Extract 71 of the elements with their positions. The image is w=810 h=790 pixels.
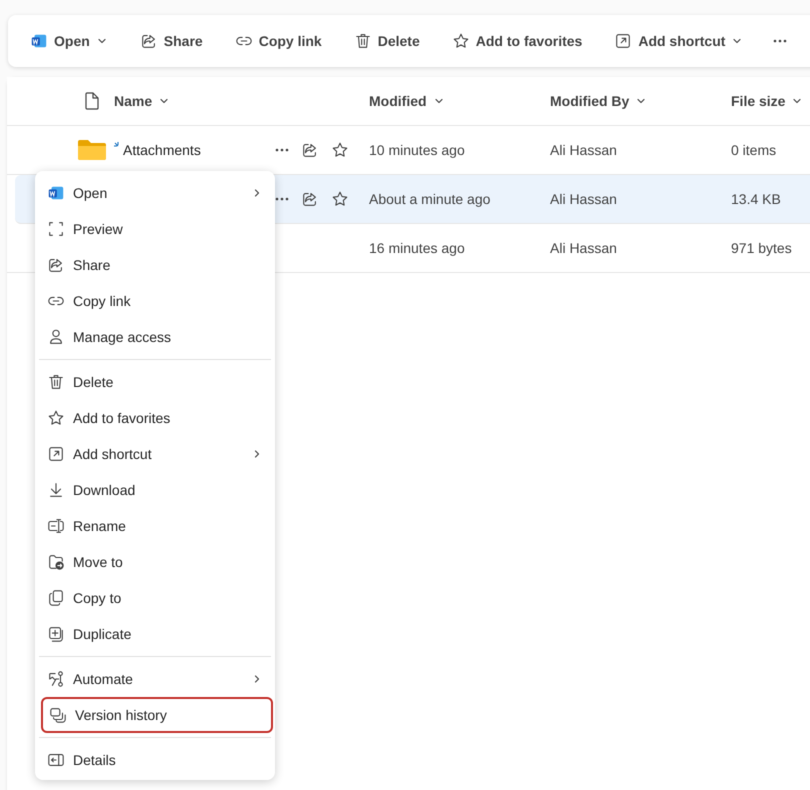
more-icon	[773, 39, 788, 43]
toolbar-button[interactable]: Share	[132, 26, 211, 56]
share-icon	[47, 256, 65, 274]
share-icon	[140, 32, 158, 50]
star-icon	[331, 141, 349, 159]
share-button[interactable]	[301, 141, 319, 159]
more-button[interactable]	[275, 148, 289, 152]
more-icon	[275, 148, 289, 152]
file-name[interactable]: Attachments	[123, 142, 201, 158]
modified-cell-text: 16 minutes ago	[369, 240, 466, 256]
menu-item[interactable]: Move to	[39, 544, 271, 580]
favorite-button[interactable]	[331, 190, 349, 208]
star-icon	[47, 409, 65, 427]
file-size-cell-text: 13.4 KB	[731, 191, 782, 207]
file-type-icon	[84, 92, 100, 110]
modified-cell-text: About a minute ago	[369, 191, 492, 207]
folder-icon	[76, 139, 106, 161]
table-row[interactable]: Attachments 10 minutes ago Ali Hassan 0 items	[7, 126, 810, 175]
more-icon	[275, 197, 289, 201]
modified-by-cell-text: Ali Hassan	[550, 191, 618, 207]
menu-item[interactable]: Duplicate	[39, 616, 271, 652]
modified-cell-text: 10 minutes ago	[369, 142, 466, 158]
menu-item[interactable]: Copy to	[39, 580, 271, 616]
toolbar-button[interactable]: Delete	[346, 26, 428, 56]
menu-item[interactable]: Manage access	[39, 319, 271, 355]
menu-item[interactable]: Rename	[39, 508, 271, 544]
preview-icon	[47, 220, 65, 238]
automate-icon	[47, 670, 65, 688]
modified-by-cell-text: Ali Hassan	[550, 240, 618, 256]
more-button[interactable]	[275, 197, 289, 201]
menu-item[interactable]: Download	[39, 472, 271, 508]
modified-by-cell-text: Ali Hassan	[550, 142, 618, 158]
folder-move-icon	[47, 553, 65, 571]
word-icon	[30, 32, 48, 50]
copy-icon	[47, 589, 65, 607]
share-button[interactable]	[301, 190, 319, 208]
menu-item[interactable]: Copy link	[39, 283, 271, 319]
download-icon	[47, 481, 65, 499]
menu-item[interactable]: Open	[39, 175, 271, 211]
menu-item[interactable]: Add shortcut	[39, 436, 271, 472]
favorite-button[interactable]	[331, 141, 349, 159]
toolbar-button[interactable]: Add shortcut	[606, 26, 752, 56]
rename-icon	[47, 517, 65, 535]
more-button[interactable]	[773, 39, 788, 43]
column-header[interactable]: Modified By	[550, 93, 731, 109]
menu-item[interactable]: Automate	[39, 661, 271, 697]
column-header[interactable]: Modified	[369, 93, 550, 109]
file-size-cell-text: 0 items	[731, 142, 778, 158]
toolbar-button[interactable]: Add to favorites	[444, 26, 590, 56]
menu-item[interactable]: Details	[39, 742, 271, 778]
toolbar-button[interactable]: Copy link	[226, 26, 330, 56]
shortcut-icon	[614, 32, 632, 50]
menu-item[interactable]: Delete	[39, 364, 271, 400]
column-header[interactable]: File size	[731, 93, 810, 109]
shortcut-icon	[47, 445, 65, 463]
trash-icon	[47, 373, 65, 391]
trash-icon	[354, 32, 372, 50]
toolbar-button[interactable]: Open	[22, 26, 116, 56]
version-history-icon	[49, 706, 67, 724]
star-icon	[331, 190, 349, 208]
details-icon	[47, 751, 65, 769]
menu-item[interactable]: Add to favorites	[39, 400, 271, 436]
word-icon	[47, 184, 65, 202]
duplicate-icon	[47, 625, 65, 643]
file-size-cell-text: 971 bytes	[731, 240, 793, 256]
menu-item[interactable]: Version history	[41, 697, 273, 733]
column-header[interactable]: Name	[114, 93, 275, 109]
person-icon	[47, 328, 65, 346]
share-icon	[301, 141, 319, 159]
star-icon	[452, 32, 470, 50]
share-icon	[301, 190, 319, 208]
